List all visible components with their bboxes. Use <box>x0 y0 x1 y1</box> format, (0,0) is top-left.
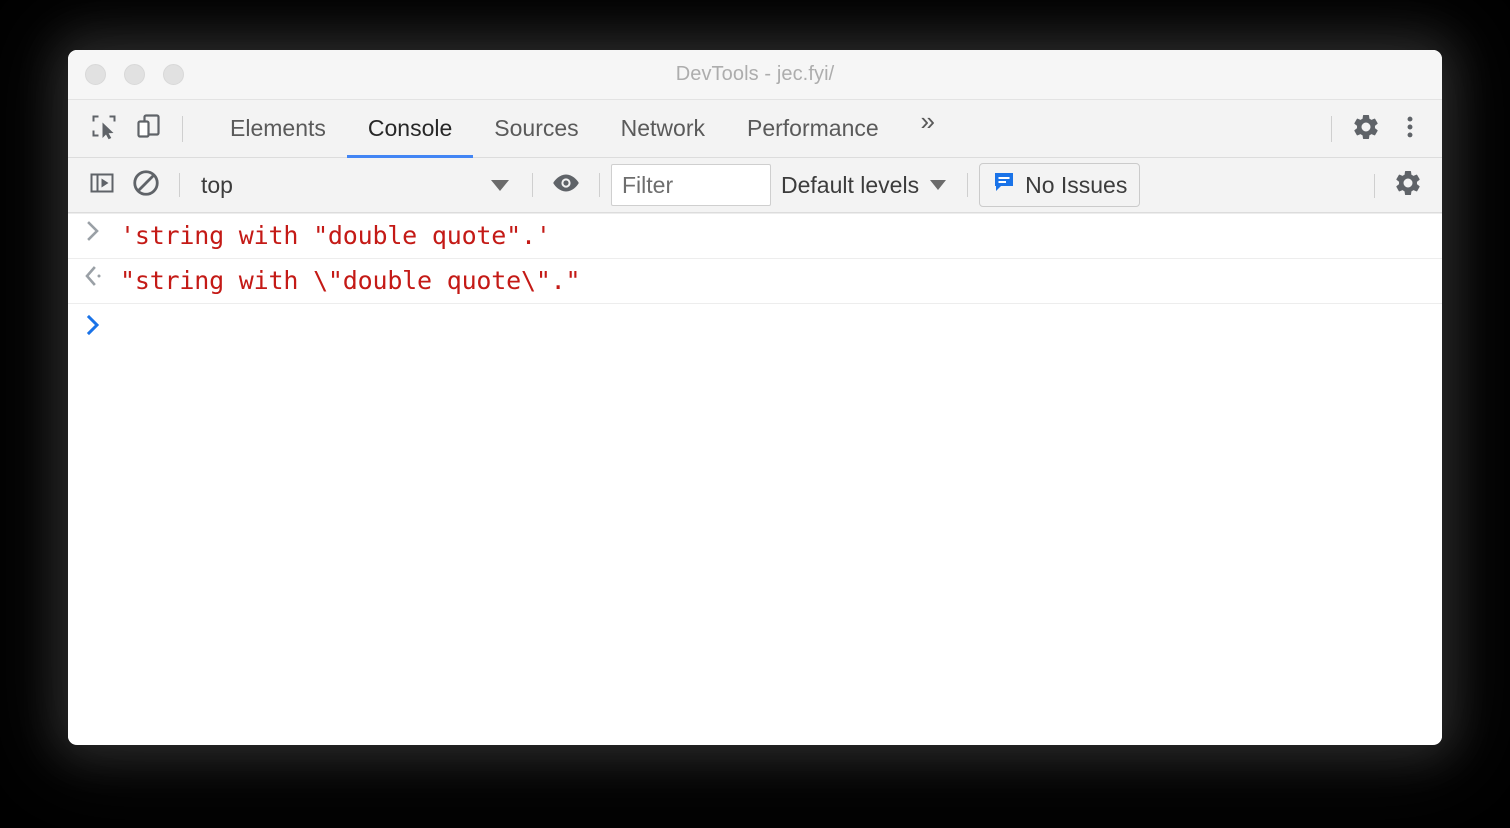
chevron-down-icon <box>491 179 509 191</box>
console-toolbar-divider-2 <box>532 173 533 197</box>
console-message-list[interactable]: 'string with "double quote".' "string wi… <box>68 213 1442 744</box>
tabbar-divider <box>182 115 183 142</box>
console-toolbar-actions <box>1363 158 1430 213</box>
chevron-down-icon <box>930 180 947 190</box>
gear-icon <box>1393 168 1423 203</box>
window-titlebar: DevTools - jec.fyi/ <box>68 50 1442 100</box>
device-toolbar-button[interactable] <box>126 107 170 151</box>
execution-context-value: top <box>201 171 233 198</box>
devtools-settings-button[interactable] <box>1344 107 1388 151</box>
issues-status-label: No Issues <box>1025 171 1128 198</box>
console-input-text: 'string with "double quote".' <box>120 221 551 250</box>
tabbar-actions <box>1319 100 1432 158</box>
console-result-row[interactable]: "string with \"double quote\"." <box>68 259 1442 304</box>
eye-icon <box>549 170 583 201</box>
clear-console-icon <box>131 168 161 203</box>
console-filter-input[interactable] <box>611 164 771 206</box>
console-toolbar-divider-5 <box>1374 173 1375 198</box>
tab-console[interactable]: Console <box>346 100 474 158</box>
close-button[interactable] <box>85 64 106 85</box>
device-toolbar-icon <box>134 112 162 145</box>
console-sidebar-icon <box>88 169 116 202</box>
console-toolbar: top Default levels <box>68 158 1442 213</box>
window-title: DevTools - jec.fyi/ <box>675 63 835 85</box>
tab-elements[interactable]: Elements <box>209 100 347 158</box>
tabbar-divider-right <box>1331 116 1332 142</box>
console-toolbar-divider-1 <box>179 173 180 197</box>
inspect-element-button[interactable] <box>82 107 126 151</box>
console-toolbar-divider-4 <box>967 173 969 197</box>
devtools-tabbar: Elements Console Sources Network Perform… <box>68 100 1442 158</box>
tab-performance[interactable]: Performance <box>726 100 900 158</box>
console-toolbar-divider-3 <box>599 173 600 197</box>
devtools-main-menu-button[interactable] <box>1388 107 1432 151</box>
console-prompt-row[interactable] <box>68 304 1442 356</box>
gear-icon <box>1351 112 1381 147</box>
console-row-gutter <box>68 262 120 292</box>
maximize-button[interactable] <box>163 64 184 85</box>
console-settings-button[interactable] <box>1386 165 1430 207</box>
create-live-expression-button[interactable] <box>544 164 588 206</box>
window-controls <box>85 50 184 99</box>
issues-bubble-icon <box>992 170 1016 200</box>
issues-status-button[interactable]: No Issues <box>979 163 1141 207</box>
tab-network[interactable]: Network <box>600 100 726 158</box>
log-levels-label: Default levels <box>781 171 920 198</box>
tab-sources[interactable]: Sources <box>473 100 599 158</box>
devtools-window: DevTools - jec.fyi/ Elements Console Sou… <box>68 50 1442 745</box>
more-vertical-icon <box>1396 113 1424 146</box>
more-tabs-button[interactable]: » <box>900 100 956 144</box>
clear-console-button[interactable] <box>124 164 168 206</box>
console-row-gutter <box>68 217 120 247</box>
minimize-button[interactable] <box>124 64 145 85</box>
panel-tabs: Elements Console Sources Network Perform… <box>209 100 956 158</box>
console-input-row[interactable]: 'string with "double quote".' <box>68 213 1442 259</box>
prompt-chevron-icon <box>84 313 104 342</box>
console-prompt-gutter <box>68 310 120 342</box>
log-levels-select[interactable]: Default levels <box>771 165 956 205</box>
result-chevron-icon <box>83 265 105 292</box>
console-result-text: "string with \"double quote\"." <box>120 266 581 295</box>
execution-context-selector[interactable]: top <box>191 165 521 205</box>
input-chevron-icon <box>85 220 103 247</box>
inspect-cursor-icon <box>90 112 118 145</box>
console-sidebar-toggle-button[interactable] <box>80 164 124 206</box>
